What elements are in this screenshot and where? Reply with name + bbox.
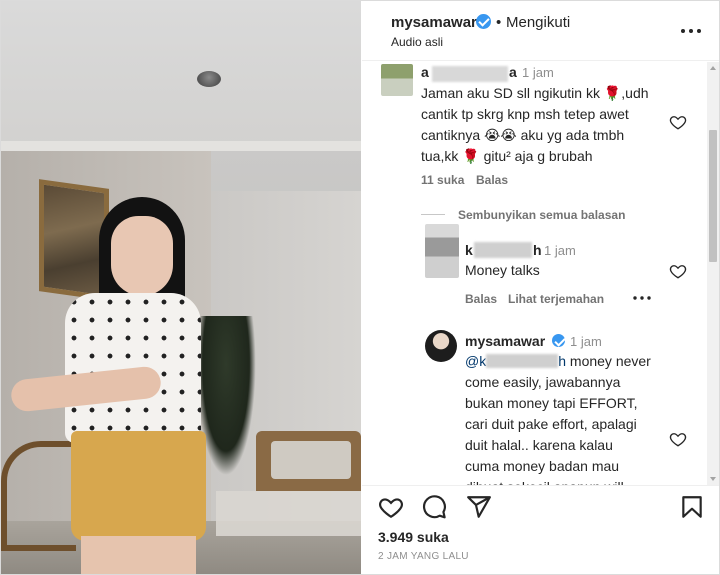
comment-line: Jaman aku SD sll ngikutin kk 🌹,udh bbox=[421, 85, 649, 101]
reply-line: duit halal.. karena kalau bbox=[465, 437, 613, 453]
heart-outline-icon[interactable] bbox=[669, 262, 687, 280]
scrollbar-thumb[interactable] bbox=[709, 130, 717, 262]
reply-line: cuma money badan mau bbox=[465, 458, 620, 474]
more-horizontal-icon[interactable] bbox=[680, 21, 702, 41]
reply-button[interactable]: Balas bbox=[465, 292, 497, 306]
post-side-panel: mysamawar • Mengikuti Audio asli a a 1 j… bbox=[362, 1, 719, 574]
header-separator: • bbox=[496, 14, 502, 31]
mention-suffix[interactable]: h bbox=[558, 353, 566, 369]
post-likes-count[interactable]: 3.949 suka bbox=[378, 529, 449, 545]
heart-outline-icon[interactable] bbox=[669, 430, 687, 448]
reply-line: bukan money tapi EFFORT, bbox=[465, 395, 638, 411]
commenter-username[interactable]: a bbox=[421, 64, 429, 80]
person-face bbox=[111, 216, 173, 296]
post-timestamp[interactable]: 2 JAM YANG LALU bbox=[378, 551, 469, 562]
comment-line: tua,kk 🌹 gitu² aja g brubah bbox=[421, 148, 593, 164]
mention-prefix[interactable]: @k bbox=[465, 353, 486, 369]
share-send-icon[interactable] bbox=[466, 494, 492, 520]
comment-line: cantik tp skrg knp msh tetep awet bbox=[421, 106, 629, 122]
comment-bubble-icon[interactable] bbox=[421, 494, 447, 520]
reply-first-line-rest: money never bbox=[569, 353, 651, 369]
reply-text: @k h money never come easily, jawabannya … bbox=[465, 351, 651, 485]
username-redaction bbox=[474, 242, 532, 258]
post-header: mysamawar • Mengikuti Audio asli bbox=[362, 1, 719, 61]
reply-text: Money talks bbox=[465, 262, 540, 278]
scroll-down-arrow-icon[interactable] bbox=[707, 473, 719, 485]
comment-time[interactable]: 1 jam bbox=[522, 65, 554, 80]
reply-button[interactable]: Balas bbox=[476, 173, 508, 187]
commenter-username-tail: a bbox=[509, 64, 517, 80]
verified-badge-icon bbox=[476, 14, 491, 29]
more-horizontal-icon[interactable] bbox=[632, 294, 652, 302]
hide-replies-button[interactable]: Sembunyikan semua balasan bbox=[458, 208, 625, 222]
heart-outline-icon[interactable] bbox=[669, 113, 687, 131]
reply-time[interactable]: 1 jam bbox=[544, 243, 576, 258]
verified-badge-icon bbox=[552, 334, 565, 347]
person-shorts bbox=[71, 431, 206, 541]
audio-link[interactable]: Audio asli bbox=[391, 35, 443, 49]
post-actions: 3.949 suka 2 JAM YANG LALU bbox=[362, 485, 719, 574]
replies-divider-line bbox=[421, 214, 445, 215]
commenter-avatar[interactable] bbox=[381, 64, 413, 96]
reply-line: dibuat sekecil apapun will bbox=[465, 477, 651, 485]
see-translation-button[interactable]: Lihat terjemahan bbox=[508, 292, 604, 306]
reply-username-prefix[interactable]: k bbox=[465, 242, 473, 258]
video-person bbox=[1, 1, 361, 574]
reply-line: come easily, jawabannya bbox=[465, 374, 621, 390]
comments-scrollbar[interactable] bbox=[707, 62, 719, 485]
reply-author-username[interactable]: mysamawar bbox=[465, 333, 545, 349]
like-heart-icon[interactable] bbox=[378, 494, 404, 520]
author-username[interactable]: mysamawar bbox=[391, 14, 477, 31]
scroll-up-arrow-icon[interactable] bbox=[707, 62, 719, 74]
comment-likes[interactable]: 11 suka bbox=[421, 173, 464, 187]
comment-text: Jaman aku SD sll ngikutin kk 🌹,udh canti… bbox=[421, 83, 649, 167]
username-redaction bbox=[432, 66, 508, 82]
author-avatar[interactable] bbox=[425, 330, 457, 362]
mention-redaction bbox=[486, 354, 559, 368]
reply-line: cari duit pake effort, apalagi bbox=[465, 416, 637, 432]
reply-username-suffix: h bbox=[533, 242, 542, 258]
following-button[interactable]: Mengikuti bbox=[506, 14, 570, 31]
reply-time[interactable]: 1 jam bbox=[570, 334, 602, 349]
comment-line: cantiknya 😭😭 aku yg ada tmbh bbox=[421, 127, 625, 143]
person-legs bbox=[81, 536, 196, 574]
comments-list: a a 1 jam Jaman aku SD sll ngikutin kk 🌹… bbox=[362, 62, 707, 485]
bookmark-icon[interactable] bbox=[679, 494, 705, 520]
reply-avatar[interactable] bbox=[425, 224, 459, 278]
reply-first-line: @k h money never bbox=[465, 351, 651, 372]
post-video[interactable] bbox=[1, 1, 361, 574]
